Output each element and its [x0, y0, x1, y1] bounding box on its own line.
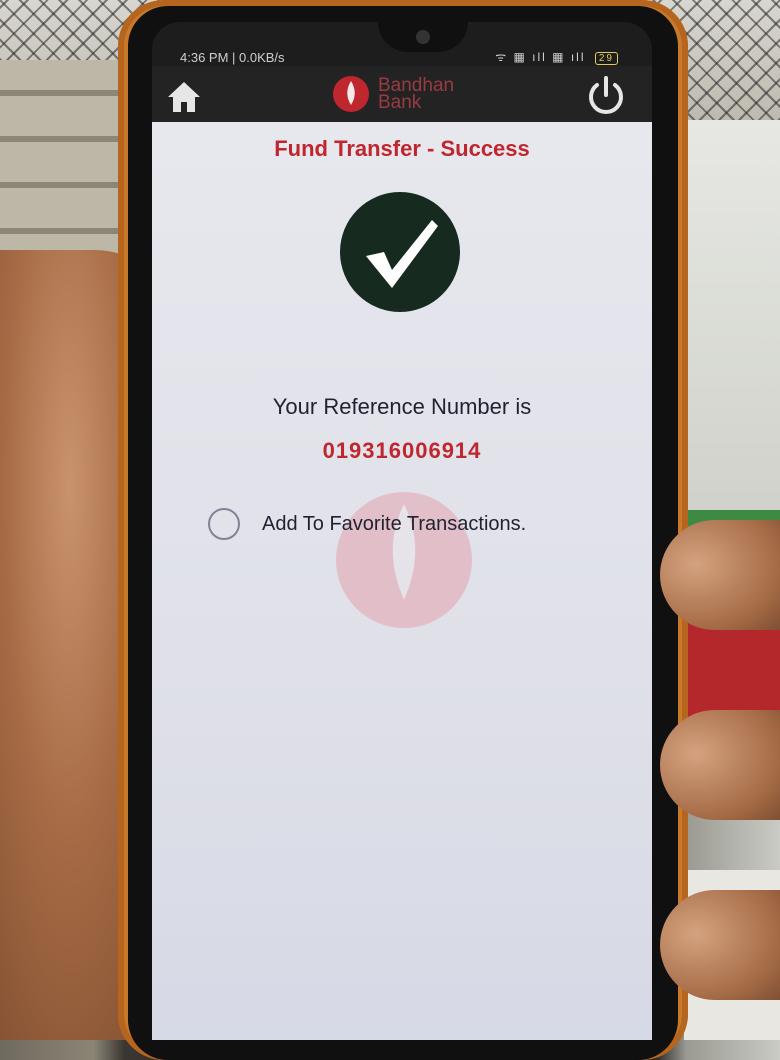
status-bar: 4:36 PM | 0.0KB/s ᯤ ▦ ıll ▦ ıll 29 [152, 22, 652, 66]
bank-name: Bandhan Bank [378, 76, 454, 113]
bank-logo: Bandhan Bank [332, 74, 454, 114]
main-content: Fund Transfer - Success Your Reference N… [152, 122, 652, 1040]
checkmark-icon [366, 220, 438, 288]
battery-icon: 29 [594, 52, 618, 65]
phone-screen: 4:36 PM | 0.0KB/s ᯤ ▦ ıll ▦ ıll 29 Bandh… [152, 22, 652, 1040]
hand-finger [660, 520, 780, 630]
page-title: Fund Transfer - Success [274, 136, 530, 161]
bandhan-logo-icon [333, 76, 369, 112]
app-header: Bandhan Bank [152, 66, 652, 122]
bank-name-line2: Bank [378, 92, 422, 113]
favorite-radio[interactable] [208, 508, 240, 540]
favorite-label: Add To Favorite Transactions. [262, 512, 527, 535]
hand-finger [660, 890, 780, 1000]
status-icons: ᯤ ▦ ıll ▦ ıll 29 [495, 48, 618, 65]
reference-label: Your Reference Number is [272, 394, 532, 419]
power-icon[interactable] [584, 74, 628, 118]
signal-icons: ᯤ ▦ ıll ▦ ıll [495, 50, 586, 64]
reference-number: 019316006914 [322, 438, 482, 463]
home-icon[interactable] [166, 80, 202, 114]
success-badge [340, 192, 460, 312]
hand-finger [660, 710, 780, 820]
favorite-option[interactable]: Add To Favorite Transactions. [208, 508, 526, 540]
status-time: 4:36 PM | 0.0KB/s [180, 50, 285, 65]
